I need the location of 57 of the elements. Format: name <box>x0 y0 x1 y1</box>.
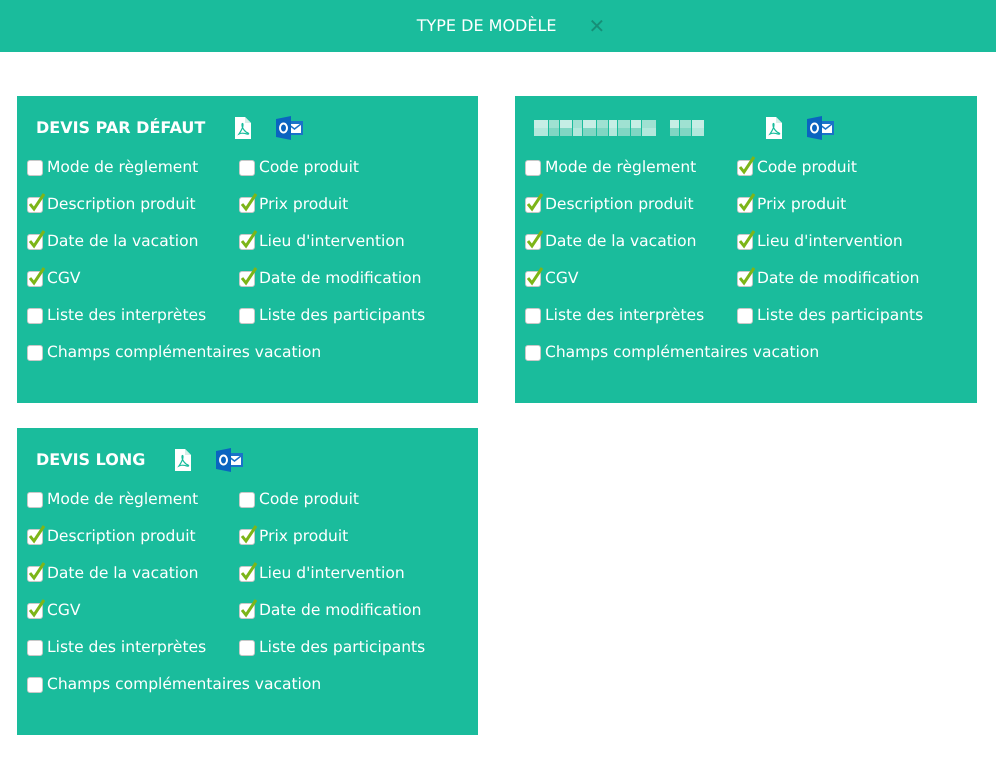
option-label: Description produit <box>545 194 694 216</box>
option-label: Prix produit <box>757 194 846 216</box>
checkbox[interactable] <box>27 308 43 324</box>
option-label: Code produit <box>259 157 360 178</box>
option-label: CGV <box>47 600 80 622</box>
mail-app-icon[interactable] <box>807 116 834 140</box>
close-button[interactable]: ✕ <box>588 16 606 36</box>
option-label: Liste des participants <box>259 637 426 658</box>
option-label: Champs complémentaires vacation <box>545 342 820 364</box>
pdf-file-icon[interactable] <box>175 449 192 471</box>
checkbox[interactable] <box>27 640 43 656</box>
checkbox[interactable] <box>239 160 255 176</box>
option-label: Date de la vacation <box>545 231 696 252</box>
option-label: Mode de règlement <box>47 157 198 178</box>
option-label: CGV <box>47 268 80 290</box>
checkbox[interactable] <box>737 308 753 324</box>
option-label: Prix produit <box>259 194 348 216</box>
option-label: Mode de règlement <box>47 489 198 510</box>
pdf-file-icon[interactable] <box>235 117 252 139</box>
card-title: DEVIS LONG <box>36 449 146 471</box>
option-label: Liste des participants <box>757 305 924 326</box>
checkbox[interactable] <box>27 677 43 693</box>
option-label: Date de la vacation <box>47 563 198 584</box>
checkbox[interactable] <box>27 160 43 176</box>
mail-app-icon[interactable] <box>216 448 244 472</box>
option-label: Champs complémentaires vacation <box>47 674 322 696</box>
option-label: Liste des participants <box>259 305 426 326</box>
option-label: Date de la vacation <box>47 231 198 252</box>
mail-app-icon[interactable] <box>276 116 304 140</box>
option-label: Date de modification <box>259 600 422 622</box>
checkbox[interactable] <box>239 492 255 508</box>
option-label: Code produit <box>757 157 858 178</box>
option-label: Date de modification <box>259 268 422 290</box>
checkbox[interactable] <box>525 308 541 324</box>
option-label: Liste des interprètes <box>47 305 206 326</box>
pdf-file-icon[interactable] <box>766 117 782 139</box>
checkbox[interactable] <box>27 492 43 508</box>
option-label: Lieu d'intervention <box>757 231 903 252</box>
option-label: Liste des interprètes <box>47 637 206 658</box>
option-label: Mode de règlement <box>545 157 696 178</box>
option-label: Liste des interprètes <box>545 305 704 326</box>
option-label: Prix produit <box>259 526 348 548</box>
checkbox[interactable] <box>525 160 541 176</box>
dialog-title: TYPE DE MODÈLE <box>416 15 556 37</box>
option-label: Lieu d'intervention <box>259 563 405 584</box>
checkbox[interactable] <box>239 640 255 656</box>
option-label: CGV <box>545 268 578 290</box>
checkbox[interactable] <box>27 345 43 361</box>
option-label: Champs complémentaires vacation <box>47 342 322 364</box>
option-label: Lieu d'intervention <box>259 231 405 252</box>
option-label: Date de modification <box>757 268 920 290</box>
option-label: Description produit <box>47 194 196 216</box>
card-title: DEVIS PAR DÉFAUT <box>36 117 206 139</box>
checkbox[interactable] <box>239 308 255 324</box>
option-label: Description produit <box>47 526 196 548</box>
option-label: Code produit <box>259 489 360 510</box>
checkbox[interactable] <box>525 345 541 361</box>
